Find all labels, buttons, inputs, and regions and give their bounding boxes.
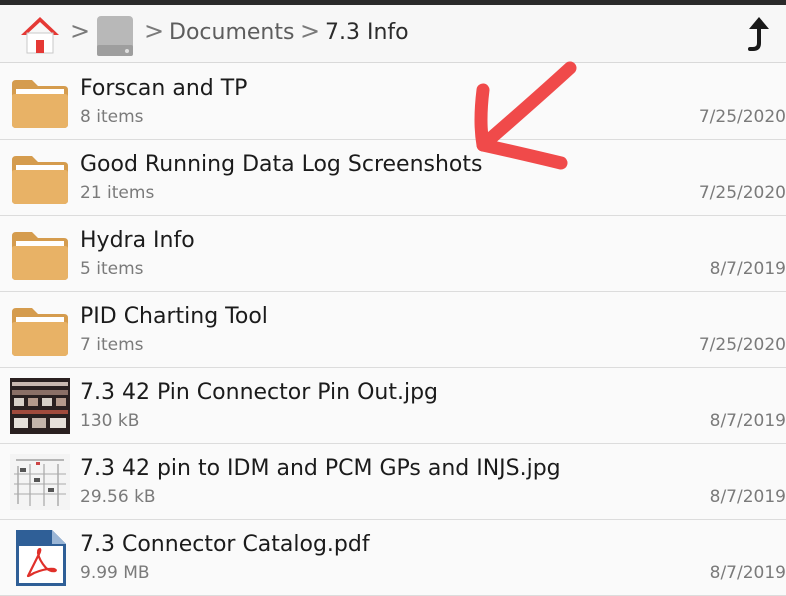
file-detail: 8 items <box>80 107 144 127</box>
folder-icon <box>12 156 68 204</box>
file-date: 7/25/2020 <box>698 107 786 127</box>
file-detail: 7 items <box>80 335 144 355</box>
file-name: Forscan and TP <box>80 76 248 101</box>
drive-icon[interactable] <box>94 13 136 59</box>
list-item[interactable]: 7.3 42 Pin Connector Pin Out.jpg 130 kB … <box>0 368 786 444</box>
file-name: 7.3 Connector Catalog.pdf <box>80 532 370 557</box>
breadcrumb-separator: > <box>144 17 165 45</box>
list-item[interactable]: Hydra Info 5 items 8/7/2019 <box>0 216 786 292</box>
breadcrumb: > > Documents > 7.3 Info <box>0 5 786 63</box>
list-item[interactable]: 7.3 Connector Catalog.pdf 9.99 MB 8/7/20… <box>0 520 786 596</box>
breadcrumb-documents[interactable]: Documents <box>169 20 294 46</box>
file-name: 7.3 42 Pin Connector Pin Out.jpg <box>80 380 439 405</box>
image-thumbnail-icon <box>10 378 70 434</box>
folder-icon <box>12 308 68 356</box>
home-icon[interactable] <box>18 13 62 57</box>
folder-icon <box>12 232 68 280</box>
file-date: 8/7/2019 <box>709 411 786 431</box>
breadcrumb-separator: > <box>70 17 91 45</box>
file-date: 8/7/2019 <box>709 563 786 583</box>
file-detail: 9.99 MB <box>80 563 150 583</box>
file-name: Good Running Data Log Screenshots <box>80 152 483 177</box>
file-name: PID Charting Tool <box>80 304 268 329</box>
up-arrow-icon[interactable] <box>746 15 776 55</box>
file-detail: 29.56 kB <box>80 487 156 507</box>
file-date: 7/25/2020 <box>698 183 786 203</box>
file-name: 7.3 42 pin to IDM and PCM GPs and INJS.j… <box>80 456 561 481</box>
list-item[interactable]: Good Running Data Log Screenshots 21 ite… <box>0 140 786 216</box>
breadcrumb-separator: > <box>300 17 321 45</box>
file-detail: 21 items <box>80 183 155 203</box>
file-detail: 130 kB <box>80 411 140 431</box>
file-name: Hydra Info <box>80 228 195 253</box>
image-thumbnail-icon <box>10 454 70 510</box>
list-item[interactable]: PID Charting Tool 7 items 7/25/2020 <box>0 292 786 368</box>
file-date: 8/7/2019 <box>709 259 786 279</box>
file-date: 7/25/2020 <box>698 335 786 355</box>
pdf-icon <box>16 530 66 586</box>
breadcrumb-current: 7.3 Info <box>325 20 409 45</box>
file-date: 8/7/2019 <box>709 487 786 507</box>
list-item[interactable]: 7.3 42 pin to IDM and PCM GPs and INJS.j… <box>0 444 786 520</box>
folder-icon <box>12 80 68 128</box>
file-detail: 5 items <box>80 259 144 279</box>
list-item[interactable]: Forscan and TP 8 items 7/25/2020 <box>0 64 786 140</box>
